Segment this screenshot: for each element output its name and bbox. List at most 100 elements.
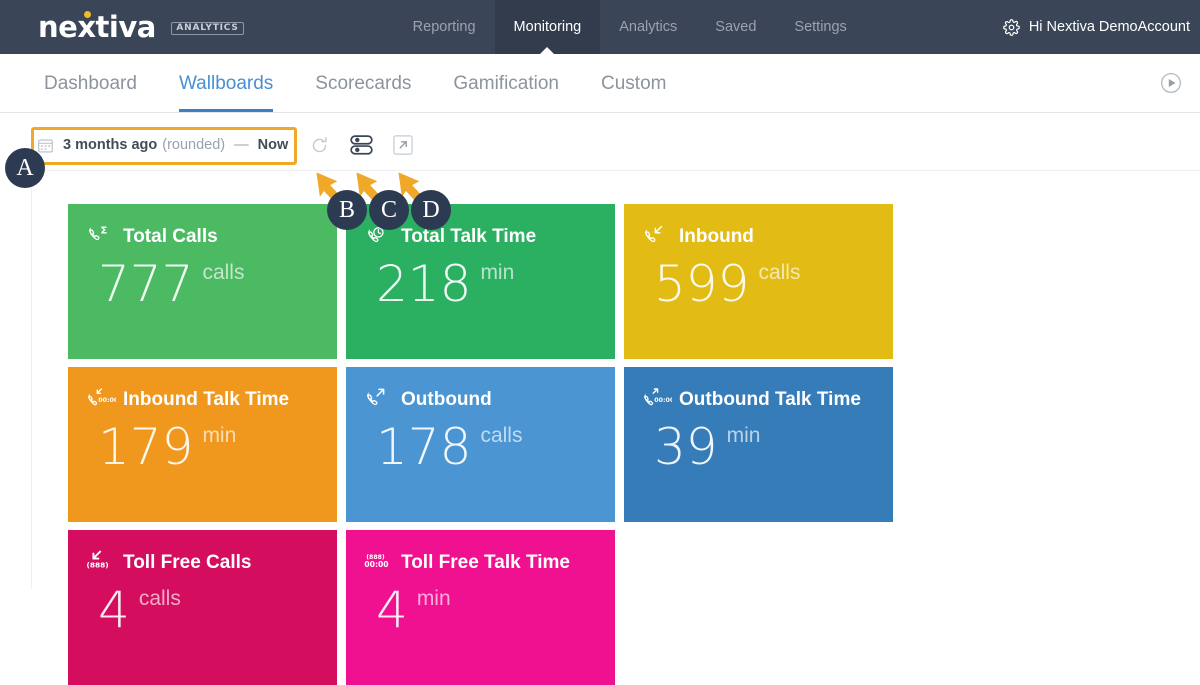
- tab-label: Gamification: [453, 73, 560, 94]
- primary-nav: Reporting Monitoring Analytics Saved Set…: [394, 0, 866, 55]
- phone-inbound-time-icon: 00:00: [86, 387, 116, 413]
- date-range-rounded: (rounded): [162, 137, 226, 153]
- nav-label: Saved: [715, 19, 757, 35]
- tab-dashboard[interactable]: Dashboard: [44, 54, 137, 112]
- kpi-tile-body: 599 calls: [654, 259, 800, 309]
- app-header: nextiva ANALYTICS Reporting Monitoring A…: [0, 0, 1200, 55]
- marker-label: C: [380, 196, 397, 223]
- kpi-tile-outbound[interactable]: Outbound 178 calls: [346, 367, 615, 522]
- kpi-tile-inbound[interactable]: Inbound 599 calls: [624, 204, 893, 359]
- kpi-tile-header: Total Talk Time: [364, 224, 607, 250]
- tollfree-time-icon: (888) 00:00: [364, 550, 394, 576]
- svg-text:00:00: 00:00: [364, 560, 388, 569]
- nav-label: Analytics: [619, 19, 678, 35]
- kpi-tile-unit: calls: [138, 587, 181, 610]
- svg-text:00:00: 00:00: [98, 397, 116, 404]
- kpi-tile-title: Outbound Talk Time: [679, 389, 861, 410]
- nav-item-analytics[interactable]: Analytics: [600, 0, 696, 54]
- kpi-tile-title: Total Calls: [123, 226, 218, 247]
- date-range-picker[interactable]: 3 months ago (rounded) — Now: [38, 130, 288, 160]
- kpi-tile-value: 777: [98, 255, 194, 313]
- marker-label: B: [338, 196, 355, 223]
- kpi-tile-title: Outbound: [401, 389, 492, 410]
- tab-label: Scorecards: [315, 73, 412, 94]
- nav-label: Monitoring: [513, 19, 582, 35]
- kpi-tile-value: 39: [654, 418, 718, 476]
- kpi-tile-unit: min: [726, 424, 761, 447]
- kpi-tile-value: 599: [654, 255, 750, 313]
- kpi-tile-value: 179: [98, 418, 194, 476]
- kpi-tile-body: 178 calls: [376, 422, 522, 472]
- account-label: Hi Nextiva DemoAccount: [1028, 19, 1190, 35]
- kpi-tile-header: (888) 00:00 Toll Free Talk Time: [364, 550, 607, 576]
- annotation-marker-c: C: [369, 190, 409, 230]
- kpi-tile-total-calls[interactable]: Σ Total Calls 777 calls: [68, 204, 337, 359]
- date-range-start: 3 months ago: [63, 137, 158, 153]
- nav-item-settings[interactable]: Settings: [775, 0, 865, 54]
- kpi-tile-body: 777 calls: [98, 259, 244, 309]
- phone-outbound-time-icon: 00:00: [642, 387, 672, 413]
- kpi-tile-header: 00:00 Outbound Talk Time: [642, 387, 885, 413]
- account-menu[interactable]: Hi Nextiva DemoAccount: [1003, 0, 1200, 54]
- nav-item-monitoring[interactable]: Monitoring: [494, 0, 601, 55]
- brand-tag: ANALYTICS: [171, 21, 244, 35]
- nav-label: Reporting: [412, 19, 476, 35]
- marker-label: A: [16, 154, 34, 181]
- kpi-tile-header: (888) Toll Free Calls: [86, 550, 329, 576]
- kpi-tile-body: 179 min: [98, 422, 236, 472]
- annotation-marker-b: B: [327, 190, 367, 230]
- kpi-tile-unit: calls: [758, 261, 801, 284]
- tab-label: Wallboards: [178, 73, 274, 94]
- date-range-dash: —: [234, 137, 249, 153]
- phone-inbound-icon: [642, 224, 672, 250]
- marker-label: D: [422, 196, 440, 223]
- kpi-tile-header: Σ Total Calls: [86, 224, 329, 250]
- kpi-tile-value: 4: [376, 581, 408, 639]
- date-range-end: Now: [257, 137, 289, 153]
- nav-item-reporting[interactable]: Reporting: [394, 0, 495, 54]
- phone-sigma-icon: Σ: [86, 224, 116, 250]
- kpi-tile-body: 218 min: [376, 259, 514, 309]
- brand-logo-wrap[interactable]: nextiva ANALYTICS: [0, 0, 264, 54]
- annotation-marker-d: D: [411, 190, 451, 230]
- kpi-tile-grid: Σ Total Calls 777 calls Total Talk Time …: [68, 204, 1164, 685]
- play-circle-icon[interactable]: [1160, 72, 1182, 94]
- kpi-tile-body: 39 min: [654, 422, 760, 472]
- kpi-tile-toll-free-calls[interactable]: (888) Toll Free Calls 4 calls: [68, 530, 337, 685]
- kpi-tile-unit: min: [480, 261, 515, 284]
- kpi-tile-inbound-talk-time[interactable]: 00:00 Inbound Talk Time 179 min: [68, 367, 337, 522]
- kpi-tile-header: Inbound: [642, 224, 885, 250]
- kpi-tile-header: 00:00 Inbound Talk Time: [86, 387, 329, 413]
- kpi-tile-value: 4: [98, 581, 130, 639]
- wallboard-panel: Σ Total Calls 777 calls Total Talk Time …: [31, 170, 1200, 685]
- kpi-tile-body: 4 min: [376, 585, 451, 635]
- nav-label: Settings: [794, 19, 847, 35]
- brand-logo: nextiva ANALYTICS: [38, 9, 244, 44]
- phone-outbound-icon: [364, 387, 394, 413]
- kpi-tile-unit: min: [416, 587, 451, 610]
- gear-icon: [1003, 18, 1020, 36]
- tab-custom[interactable]: Custom: [601, 54, 666, 112]
- kpi-tile-body: 4 calls: [98, 585, 181, 635]
- svg-text:00:00: 00:00: [654, 397, 672, 404]
- kpi-tile-toll-free-talk-time[interactable]: (888) 00:00 Toll Free Talk Time 4 min: [346, 530, 615, 685]
- kpi-tile-unit: calls: [202, 261, 245, 284]
- tab-scorecards[interactable]: Scorecards: [315, 54, 411, 112]
- nav-item-saved[interactable]: Saved: [696, 0, 775, 54]
- kpi-tile-value: 218: [376, 255, 472, 313]
- secondary-nav: Dashboard Wallboards Scorecards Gamifica…: [0, 54, 1200, 113]
- wallboard-toolbar: 3 months ago (rounded) — Now: [0, 121, 1200, 169]
- brand-name: nextiva: [38, 9, 156, 44]
- svg-text:(888): (888): [87, 561, 109, 570]
- kpi-tile-unit: min: [202, 424, 237, 447]
- tab-gamification[interactable]: Gamification: [453, 54, 559, 112]
- kpi-tile-outbound-talk-time[interactable]: 00:00 Outbound Talk Time 39 min: [624, 367, 893, 522]
- tab-wallboards[interactable]: Wallboards: [178, 54, 274, 112]
- kpi-tile-title: Inbound Talk Time: [123, 389, 290, 410]
- tollfree-inbound-icon: (888): [86, 550, 116, 576]
- tab-label: Custom: [601, 73, 667, 94]
- kpi-tile-title: Inbound: [679, 226, 754, 247]
- kpi-tile-title: Total Talk Time: [401, 226, 537, 247]
- calendar-icon: [38, 138, 53, 153]
- annotation-marker-a: A: [5, 148, 45, 188]
